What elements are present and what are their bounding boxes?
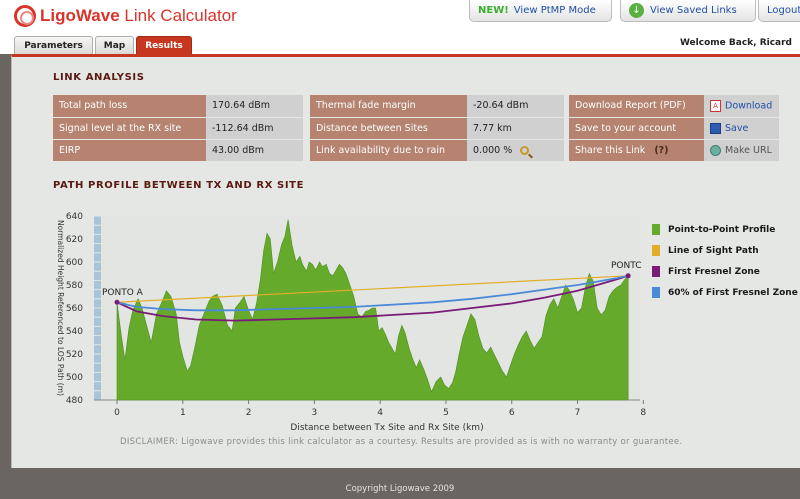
chart-legend: Point-to-Point Profile Line of Sight Pat… [652, 219, 798, 303]
x-tick-label: 5 [443, 408, 449, 418]
y-axis-label: Normalized Height Referenced to LOS Path… [56, 220, 65, 396]
x-tick-label: 3 [312, 408, 318, 418]
legend-item: Line of Sight Path [652, 240, 798, 261]
y-tick-label: 640 [66, 212, 83, 222]
legend-label-fresnel: First Fresnel Zone [668, 266, 760, 277]
legend-item: 60% of First Fresnel Zone [652, 282, 798, 303]
x-tick-label: 2 [246, 408, 252, 418]
footer-copyright: Copyright Ligowave 2009 [345, 484, 455, 494]
y-tick-label: 600 [66, 258, 83, 268]
y-tick-label: 540 [66, 327, 83, 337]
x-tick-label: 7 [575, 408, 581, 418]
legend-label-fresnel60: 60% of First Fresnel Zone [668, 287, 798, 298]
site-a-label: PONTO A [102, 288, 144, 298]
y-tick-label: 520 [66, 350, 83, 360]
site-a-marker [114, 299, 120, 305]
legend-label-los: Line of Sight Path [668, 245, 759, 256]
site-b-marker [625, 273, 631, 279]
legend-item: Point-to-Point Profile [652, 219, 798, 240]
legend-label-profile: Point-to-Point Profile [668, 224, 776, 235]
legend-item: First Fresnel Zone [652, 261, 798, 282]
y-tick-label: 620 [66, 235, 83, 245]
legend-swatch-fresnel [652, 266, 660, 277]
x-tick-label: 4 [377, 408, 383, 418]
disclaimer: DISCLAIMER: Ligowave provides this link … [120, 437, 683, 447]
y-tick-label: 500 [66, 373, 83, 383]
x-tick-label: 1 [180, 408, 186, 418]
x-tick-label: 8 [640, 408, 646, 418]
x-axis-label: Distance between Tx Site and Rx Site (km… [290, 423, 483, 433]
legend-swatch-fresnel60 [652, 287, 660, 298]
y-tick-label: 560 [66, 304, 83, 314]
y-tick-label: 480 [66, 396, 83, 406]
x-tick-label: 6 [509, 408, 515, 418]
y-tick-label: 580 [66, 281, 83, 291]
legend-swatch-profile [652, 224, 660, 235]
x-tick-label: 0 [114, 408, 120, 418]
site-b-label: PONTC [611, 261, 642, 271]
legend-swatch-los [652, 245, 660, 256]
